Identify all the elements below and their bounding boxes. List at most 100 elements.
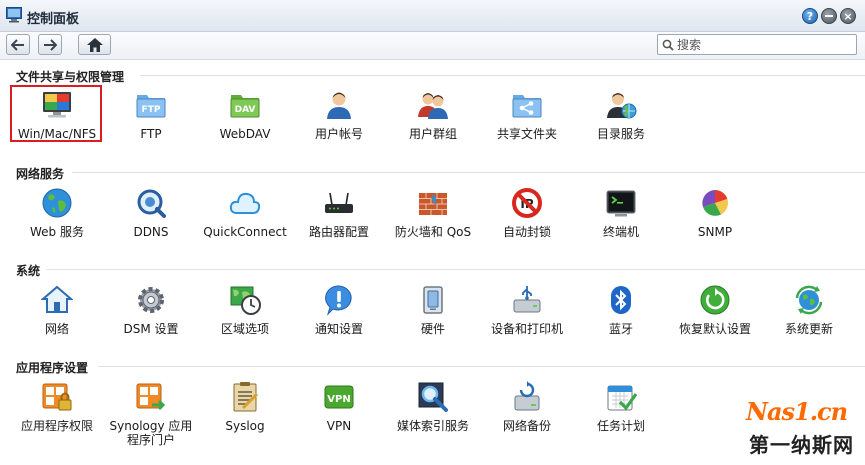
control-panel-icon bbox=[6, 7, 22, 23]
item-label: 目录服务 bbox=[596, 127, 645, 141]
clock-map-icon bbox=[230, 286, 261, 315]
item-terminal[interactable]: 终端机 bbox=[575, 187, 667, 239]
globe-icon bbox=[42, 188, 72, 218]
item-syslog[interactable]: Syslog bbox=[199, 381, 291, 433]
item-network-backup[interactable]: 网络备份 bbox=[481, 381, 573, 433]
item-label: FTP bbox=[140, 127, 162, 141]
svg-text:VPN: VPN bbox=[327, 394, 350, 405]
window-titlebar: 控制面板 ? × bbox=[0, 0, 865, 32]
item-label: VPN bbox=[326, 419, 352, 433]
arrow-right-icon bbox=[44, 38, 57, 51]
item-label: DSM 设置 bbox=[123, 322, 179, 336]
section-title: 文件共享与权限管理 bbox=[16, 70, 125, 84]
item-label: 硬件 bbox=[420, 322, 445, 336]
section-title: 系统 bbox=[16, 264, 41, 278]
cloud-icon bbox=[229, 192, 261, 214]
forward-button[interactable] bbox=[38, 34, 62, 55]
network-backup-icon bbox=[514, 381, 540, 411]
item-user-account[interactable]: 用户帐号 bbox=[293, 89, 385, 141]
home-button[interactable] bbox=[78, 34, 111, 55]
item-label: 设备和打印机 bbox=[490, 322, 563, 336]
item-label: Win/Mac/NFS bbox=[17, 127, 97, 141]
item-system-update[interactable]: 系统更新 bbox=[763, 284, 855, 336]
section-title: 应用程序设置 bbox=[16, 361, 89, 375]
item-app-portal[interactable]: Synology 应用程序门户 bbox=[105, 381, 197, 447]
item-label: 通知设置 bbox=[314, 322, 363, 336]
usb-drive-icon bbox=[513, 286, 541, 313]
item-task-scheduler[interactable]: 任务计划 bbox=[575, 381, 667, 433]
item-label: 网络 bbox=[44, 322, 69, 336]
item-media-index[interactable]: 媒体索引服务 bbox=[387, 381, 479, 433]
item-label: 路由器配置 bbox=[308, 225, 369, 239]
item-devices-printers[interactable]: 设备和打印机 bbox=[481, 284, 573, 336]
item-quickconnect[interactable]: QuickConnect bbox=[199, 187, 291, 239]
item-label: 应用程序权限 bbox=[20, 419, 93, 433]
item-auto-block[interactable]: IP 自动封锁 bbox=[481, 187, 573, 239]
ftp-folder-icon: FTP bbox=[136, 95, 166, 118]
search-input[interactable] bbox=[677, 36, 852, 53]
section-title: 网络服务 bbox=[16, 167, 65, 181]
item-ftp[interactable]: FTP FTP bbox=[105, 89, 197, 141]
item-label: 网络备份 bbox=[502, 419, 551, 433]
watermark-logo: Nas1.cn bbox=[746, 397, 848, 426]
item-label: 蓝牙 bbox=[608, 322, 633, 336]
dav-folder-icon: DAV bbox=[230, 95, 260, 118]
shared-folder-icon bbox=[512, 95, 542, 118]
item-ddns[interactable]: DDNS bbox=[105, 187, 197, 239]
item-label: 系统更新 bbox=[784, 322, 833, 336]
item-network[interactable]: 网络 bbox=[11, 284, 103, 336]
notification-icon bbox=[325, 285, 352, 316]
item-router-config[interactable]: 路由器配置 bbox=[293, 187, 385, 239]
monitor-icon bbox=[43, 92, 71, 118]
item-firewall-qos[interactable]: 防火墙和 QoS bbox=[387, 187, 479, 239]
bluetooth-icon bbox=[611, 286, 631, 314]
pie-chart-icon bbox=[702, 189, 729, 216]
arrow-left-icon bbox=[11, 38, 24, 51]
home-icon bbox=[86, 37, 103, 52]
section-divider bbox=[140, 75, 865, 76]
svg-text:DAV: DAV bbox=[235, 105, 256, 115]
restore-icon bbox=[700, 285, 730, 315]
app-privileges-icon bbox=[42, 383, 72, 411]
item-label: QuickConnect bbox=[203, 225, 287, 239]
item-web-service[interactable]: Web 服务 bbox=[11, 187, 103, 239]
item-webdav[interactable]: DAV WebDAV bbox=[199, 89, 291, 141]
item-regional-options[interactable]: 区域选项 bbox=[199, 284, 291, 336]
item-vpn[interactable]: VPN VPN bbox=[293, 381, 385, 433]
item-user-group[interactable]: 用户群组 bbox=[387, 89, 479, 141]
close-button[interactable]: × bbox=[840, 8, 856, 24]
item-label: 区域选项 bbox=[220, 322, 269, 336]
window-title: 控制面板 bbox=[27, 12, 80, 27]
item-directory-service[interactable]: 目录服务 bbox=[575, 89, 667, 141]
item-label: Web 服务 bbox=[30, 225, 84, 239]
firewall-icon bbox=[419, 193, 447, 215]
item-snmp[interactable]: SNMP bbox=[669, 187, 761, 239]
hardware-icon bbox=[423, 286, 443, 314]
item-hardware[interactable]: 硬件 bbox=[387, 284, 479, 336]
item-label: 防火墙和 QoS bbox=[394, 225, 472, 239]
item-app-privileges[interactable]: 应用程序权限 bbox=[11, 381, 103, 433]
minimize-icon bbox=[825, 15, 833, 17]
item-restore-defaults[interactable]: 恢复默认设置 bbox=[669, 284, 761, 336]
media-index-icon bbox=[418, 382, 448, 412]
item-bluetooth[interactable]: 蓝牙 bbox=[575, 284, 667, 336]
item-win-mac-nfs[interactable]: Win/Mac/NFS bbox=[11, 89, 103, 141]
back-button[interactable] bbox=[6, 34, 30, 55]
item-label: 自动封锁 bbox=[502, 225, 551, 239]
minimize-button[interactable] bbox=[821, 8, 837, 24]
app-portal-icon bbox=[136, 383, 166, 411]
item-dsm-settings[interactable]: DSM 设置 bbox=[105, 284, 197, 336]
item-label: Synology 应用程序门户 bbox=[109, 419, 193, 447]
ddns-icon bbox=[137, 189, 166, 218]
directory-service-icon bbox=[607, 93, 637, 119]
help-button[interactable]: ? bbox=[802, 8, 818, 24]
toolbar bbox=[0, 32, 865, 60]
router-icon bbox=[325, 192, 353, 213]
watermark-caption: 第一纳斯网 bbox=[749, 433, 854, 457]
vpn-icon: VPN bbox=[324, 385, 354, 409]
item-shared-folder[interactable]: 共享文件夹 bbox=[481, 89, 573, 141]
user-icon bbox=[327, 92, 351, 119]
search-box[interactable] bbox=[657, 34, 857, 55]
item-notification[interactable]: 通知设置 bbox=[293, 284, 385, 336]
search-icon bbox=[662, 39, 674, 51]
